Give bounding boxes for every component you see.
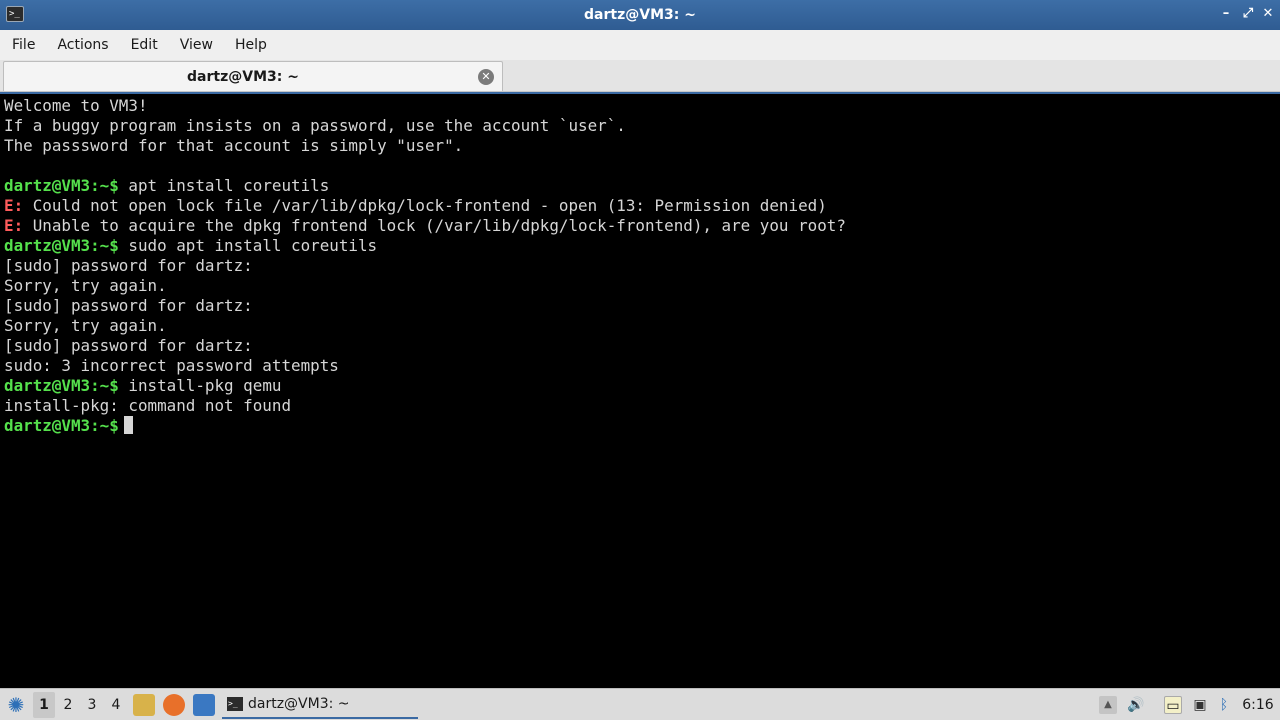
workspace-1[interactable]: 1 [33, 692, 55, 718]
volume-icon[interactable]: 🔊 [1127, 696, 1145, 714]
line-text: Sorry, try again. [4, 276, 167, 295]
line-text: Unable to acquire the dpkg frontend lock… [23, 216, 846, 235]
line-text: Sorry, try again. [4, 316, 167, 335]
shell-prompt: dartz@VM3:~$ [4, 236, 119, 255]
tab-label: dartz@VM3: ~ [187, 69, 299, 85]
bluetooth-icon[interactable]: ᛒ [1215, 696, 1233, 714]
line-text: sudo: 3 incorrect password attempts [4, 356, 339, 375]
shell-prompt: dartz@VM3:~$ [4, 416, 119, 435]
window-titlebar[interactable]: >_ dartz@VM3: ~ – ⤢ ✕ [0, 0, 1280, 30]
terminal-line: If a buggy program insists on a password… [4, 116, 1276, 136]
maximize-icon[interactable]: ⤢ [1238, 4, 1258, 24]
menu-actions[interactable]: Actions [49, 30, 116, 60]
line-text: [sudo] password for dartz: [4, 296, 253, 315]
start-menu-icon[interactable]: ✺ [4, 692, 28, 718]
workspace-2[interactable]: 2 [57, 692, 79, 718]
menu-help[interactable]: Help [227, 30, 275, 60]
firefox-icon[interactable] [163, 694, 185, 716]
terminal-line: dartz@VM3:~$ sudo apt install coreutils [4, 236, 1276, 256]
workspace-3[interactable]: 3 [81, 692, 103, 718]
clock[interactable]: 6:16 [1236, 689, 1280, 720]
terminal-line: E: Could not open lock file /var/lib/dpk… [4, 196, 1276, 216]
line-text: install-pkg: command not found [4, 396, 292, 415]
terminal-line: dartz@VM3:~$ apt install coreutils [4, 176, 1276, 196]
line-text: If a buggy program insists on a password… [4, 116, 626, 135]
terminal-line: dartz@VM3:~$ [4, 416, 1276, 436]
terminal-line: E: Unable to acquire the dpkg frontend l… [4, 216, 1276, 236]
terminal-line: Sorry, try again. [4, 276, 1276, 296]
minimize-icon[interactable]: – [1216, 4, 1236, 24]
terminal-line: [sudo] password for dartz: [4, 336, 1276, 356]
menu-bar: File Actions Edit View Help [0, 30, 1280, 60]
workspace-4[interactable]: 4 [105, 692, 127, 718]
line-text: Welcome to VM3! [4, 96, 148, 115]
tray-up-arrow-icon[interactable]: ▲ [1099, 696, 1117, 714]
error-prefix: E: [4, 216, 24, 235]
menu-view[interactable]: View [172, 30, 221, 60]
window-title: dartz@VM3: ~ [584, 7, 696, 23]
menu-edit[interactable]: Edit [123, 30, 166, 60]
terminal-line: [sudo] password for dartz: [4, 256, 1276, 276]
shell-prompt: dartz@VM3:~$ [4, 176, 119, 195]
file-manager-icon[interactable] [133, 694, 155, 716]
tab-terminal[interactable]: dartz@VM3: ~ ✕ [3, 61, 503, 91]
tab-bar: dartz@VM3: ~ ✕ [0, 60, 1280, 92]
tab-close-icon[interactable]: ✕ [478, 69, 494, 85]
shell-prompt: dartz@VM3:~$ [4, 376, 119, 395]
terminal-line: Sorry, try again. [4, 316, 1276, 336]
line-text: apt install coreutils [118, 176, 330, 195]
terminal-line: Welcome to VM3! [4, 96, 1276, 116]
terminal-line: dartz@VM3:~$ install-pkg qemu [4, 376, 1276, 396]
close-icon[interactable]: ✕ [1258, 4, 1278, 24]
show-desktop-icon[interactable] [193, 694, 215, 716]
terminal-line: sudo: 3 incorrect password attempts [4, 356, 1276, 376]
terminal-line: install-pkg: command not found [4, 396, 1276, 416]
line-text: sudo apt install coreutils [118, 236, 378, 255]
menu-file[interactable]: File [4, 30, 43, 60]
clipboard-icon[interactable]: ▭ [1164, 696, 1182, 714]
line-text: Could not open lock file /var/lib/dpkg/l… [23, 196, 827, 215]
line-text: [sudo] password for dartz: [4, 336, 253, 355]
taskbar-task-label: dartz@VM3: ~ [248, 696, 350, 712]
taskbar-task-terminal[interactable]: >_ dartz@VM3: ~ [222, 691, 418, 719]
line-text: [sudo] password for dartz: [4, 256, 253, 275]
terminal-task-icon: >_ [227, 697, 243, 711]
terminal-line: [sudo] password for dartz: [4, 296, 1276, 316]
terminal-output[interactable]: Welcome to VM3! If a buggy program insist… [0, 92, 1280, 688]
network-icon[interactable]: ▣ [1191, 696, 1209, 714]
line-text: The passsword for that account is simply… [4, 136, 464, 155]
terminal-line: The passsword for that account is simply… [4, 136, 1276, 156]
error-prefix: E: [4, 196, 24, 215]
line-text: install-pkg qemu [118, 376, 282, 395]
taskbar: ✺ 1 2 3 4 >_ dartz@VM3: ~ ▲ 🔊 ▭ ▣ ᛒ 6:16 [0, 688, 1280, 720]
text-cursor [123, 416, 133, 434]
